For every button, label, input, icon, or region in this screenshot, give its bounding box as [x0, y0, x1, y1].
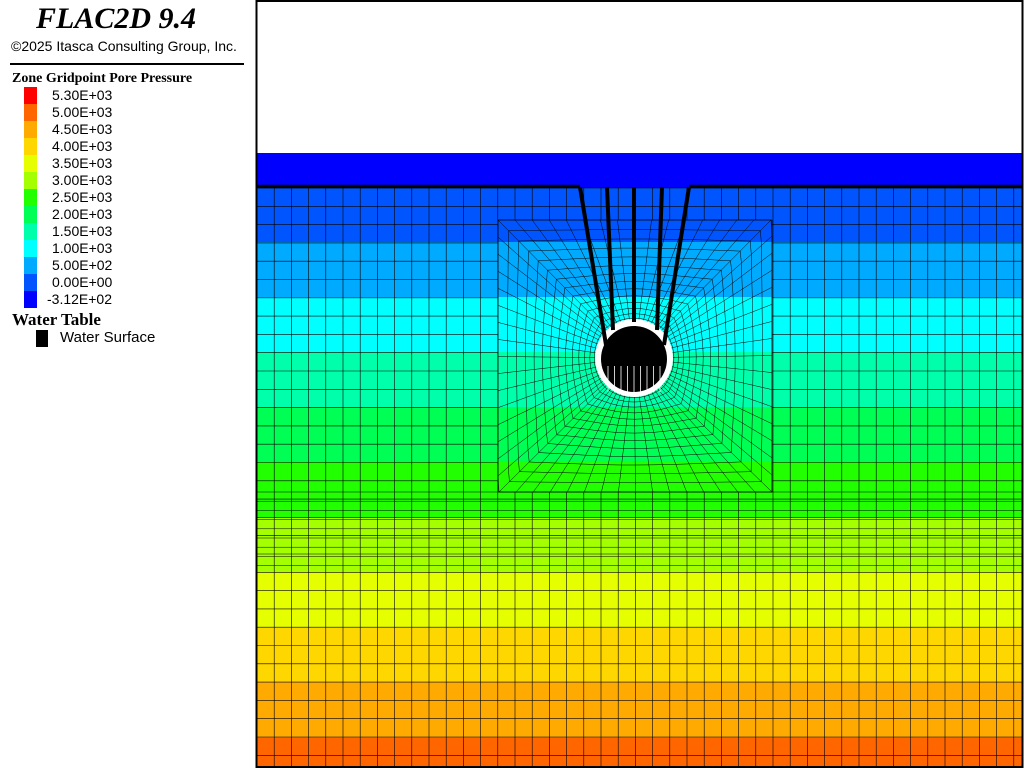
pressure-band: [257, 153, 1022, 188]
pressure-band: [257, 627, 1022, 682]
pressure-band: [257, 407, 1022, 462]
pressure-band: [257, 737, 1022, 767]
pressure-band: [257, 462, 1022, 517]
pressure-band: [257, 517, 1022, 572]
pressure-band: [257, 572, 1022, 627]
pressure-band: [257, 188, 1022, 242]
pore-pressure-bands: [257, 153, 1022, 767]
pressure-band: [257, 682, 1022, 737]
model-plot[interactable]: [0, 0, 1024, 768]
